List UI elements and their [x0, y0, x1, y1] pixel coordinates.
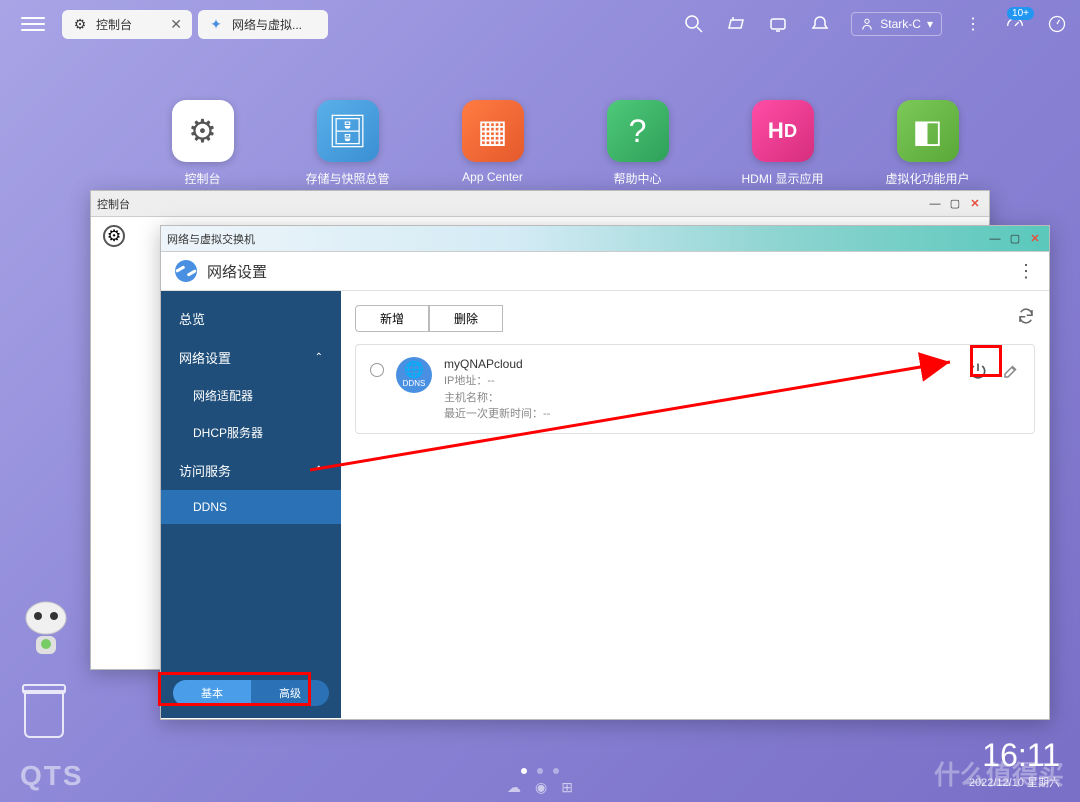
edit-button[interactable]	[1002, 362, 1020, 385]
chevron-down-icon: ▾	[927, 17, 933, 31]
gear-icon: ⚙	[72, 16, 88, 32]
close-button[interactable]: ✕	[967, 196, 983, 212]
window-titlebar[interactable]: 网络与虚拟交换机 — ▢ ✕	[161, 226, 1049, 252]
switch-icon: ✦	[208, 16, 224, 32]
volume-icon[interactable]	[725, 13, 747, 35]
more-icon[interactable]: ⋮	[962, 13, 984, 35]
gear-icon: ⚙	[103, 225, 125, 247]
grid-icon[interactable]: ⊞	[561, 779, 573, 796]
eye-icon[interactable]: ◉	[535, 779, 547, 796]
topbar: ⚙ 控制台 ✕ ✦ 网络与虚拟... Stark-C ▾ ⋮ 10+	[0, 0, 1080, 48]
sidebar-item-dhcp[interactable]: DHCP服务器	[161, 414, 341, 451]
cube-icon: ◧	[897, 100, 959, 162]
chevron-up-icon: ⌃	[315, 465, 323, 476]
devices-icon[interactable]	[767, 13, 789, 35]
dock-mini-icons: ☁ ◉ ⊞	[507, 779, 573, 796]
maximize-button[interactable]: ▢	[947, 196, 963, 212]
mode-advanced[interactable]: 高级	[251, 680, 329, 706]
tab-label: 控制台	[96, 16, 132, 33]
desktop-icons: ⚙控制台 🗄存储与快照总管 ▦App Center ?帮助中心 HDHDMI 显…	[150, 100, 980, 187]
window-titlebar[interactable]: 控制台 — ▢ ✕	[91, 191, 989, 217]
desktop-storage[interactable]: 🗄存储与快照总管	[295, 100, 400, 187]
desktop-app-center[interactable]: ▦App Center	[440, 100, 545, 187]
card-info: myQNAPcloud IP地址：-- 主机名称： 最近一次更新时间：--	[444, 355, 956, 423]
user-menu[interactable]: Stark-C ▾	[851, 12, 942, 36]
desktop-hdmi[interactable]: HDHDMI 显示应用	[730, 100, 835, 187]
qts-logo: QTS	[20, 760, 84, 792]
card-host: 主机名称：	[444, 390, 956, 407]
tabs: ⚙ 控制台 ✕ ✦ 网络与虚拟...	[62, 10, 328, 39]
tab-control-panel[interactable]: ⚙ 控制台 ✕	[62, 10, 192, 39]
chevron-up-icon: ⌃	[315, 352, 323, 363]
sidebar-item-ddns[interactable]: DDNS	[161, 490, 341, 524]
sidebar-item-adapter[interactable]: 网络适配器	[161, 377, 341, 414]
delete-button[interactable]: 删除	[429, 305, 503, 332]
mode-segment: 基本 高级	[173, 680, 329, 706]
card-title: myQNAPcloud	[444, 355, 956, 373]
assistant-robot-icon[interactable]	[20, 600, 72, 662]
ddns-globe-icon: 🌐DDNS	[396, 357, 432, 393]
window-title: 控制台	[97, 196, 130, 212]
close-icon[interactable]: ✕	[170, 16, 182, 33]
storage-icon: 🗄	[317, 100, 379, 162]
page-dots	[521, 768, 559, 774]
watermark: 什么值得买	[934, 755, 1064, 792]
gauge-icon[interactable]	[1046, 13, 1068, 35]
sidebar-item-access-service[interactable]: 访问服务⌃	[161, 451, 341, 490]
mode-basic[interactable]: 基本	[173, 680, 251, 706]
close-button[interactable]: ✕	[1027, 231, 1043, 247]
card-ip: IP地址：--	[444, 373, 956, 390]
minimize-button[interactable]: —	[927, 196, 943, 212]
dot[interactable]	[553, 768, 559, 774]
help-icon: ?	[607, 100, 669, 162]
notification-icon[interactable]	[809, 13, 831, 35]
dot[interactable]	[521, 768, 527, 774]
header-title: 网络设置	[207, 261, 267, 282]
main-content: 新增 删除 🌐DDNS myQNAPcloud IP地址：-- 主机名称： 最近…	[341, 291, 1049, 718]
desktop-control-panel[interactable]: ⚙控制台	[150, 100, 255, 187]
dashboard-icon[interactable]: 10+	[1004, 13, 1026, 35]
user-name: Stark-C	[880, 17, 921, 31]
trash-icon[interactable]	[24, 690, 64, 738]
tab-network-switch[interactable]: ✦ 网络与虚拟...	[198, 10, 328, 39]
ddns-card[interactable]: 🌐DDNS myQNAPcloud IP地址：-- 主机名称： 最近一次更新时间…	[355, 344, 1035, 434]
radio-button[interactable]	[370, 363, 384, 377]
sidebar-item-overview[interactable]: 总览	[161, 299, 341, 338]
desktop-virtualization[interactable]: ◧虚拟化功能用户	[875, 100, 980, 187]
minimize-button[interactable]: —	[987, 231, 1003, 247]
user-icon	[860, 17, 874, 31]
gear-icon: ⚙	[172, 100, 234, 162]
menu-button[interactable]	[12, 6, 54, 42]
card-lastupdate: 最近一次更新时间：--	[444, 406, 956, 423]
switch-icon	[171, 256, 201, 286]
toolbar: 新增 删除	[355, 305, 1035, 332]
add-button[interactable]: 新增	[355, 305, 429, 332]
hdmi-icon: HD	[752, 100, 814, 162]
search-icon[interactable]	[683, 13, 705, 35]
kebab-menu[interactable]: ⋮	[1017, 261, 1035, 282]
badge-count: 10+	[1007, 7, 1034, 20]
refresh-button[interactable]	[1017, 307, 1035, 330]
sidebar: 总览 网络设置⌃ 网络适配器 DHCP服务器 访问服务⌃ DDNS 基本 高级	[161, 291, 341, 718]
grid-icon: ▦	[462, 100, 524, 162]
desktop-help[interactable]: ?帮助中心	[585, 100, 690, 187]
window-header: 网络设置 ⋮	[161, 252, 1049, 291]
topbar-right: Stark-C ▾ ⋮ 10+	[683, 12, 1068, 36]
network-switch-window: 网络与虚拟交换机 — ▢ ✕ 网络设置 ⋮ 总览 网络设置⌃ 网络适配器 DHC…	[160, 225, 1050, 720]
sidebar-item-network-settings[interactable]: 网络设置⌃	[161, 338, 341, 377]
tab-label: 网络与虚拟...	[232, 16, 302, 33]
cloud-icon[interactable]: ☁	[507, 779, 521, 796]
power-button[interactable]	[968, 361, 988, 386]
window-title: 网络与虚拟交换机	[167, 231, 255, 247]
maximize-button[interactable]: ▢	[1007, 231, 1023, 247]
dot[interactable]	[537, 768, 543, 774]
